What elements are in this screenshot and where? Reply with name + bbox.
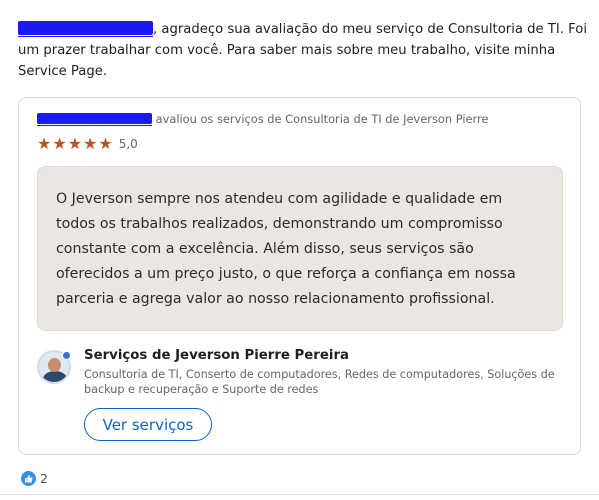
avatar-face: [48, 358, 61, 372]
verified-badge-icon: [62, 351, 71, 360]
review-quote: O Jeverson sempre nos atendeu com agilid…: [37, 166, 563, 331]
star-icon: ★: [98, 134, 113, 153]
rating-value: 5,0: [118, 137, 138, 151]
review-card: avaliou os serviços de Consultoria de TI…: [18, 97, 581, 455]
star-icon: ★: [52, 134, 67, 153]
like-count: 2: [40, 471, 48, 486]
recommendation-post: , agradeço sua avaliação do meu serviço …: [0, 0, 599, 500]
view-services-button[interactable]: Ver serviços: [84, 408, 212, 441]
star-rating: ★ ★ ★ ★ ★: [37, 136, 113, 152]
service-title[interactable]: Serviços de Jeverson Pierre Pereira: [84, 348, 349, 363]
reviewer-line: avaliou os serviços de Consultoria de TI…: [37, 112, 488, 126]
redacted-name: [18, 21, 153, 37]
intro-message: , agradeço sua avaliação do meu serviço …: [18, 19, 588, 82]
service-description: Consultoria de TI, Conserto de computado…: [84, 368, 555, 396]
avatar-body: [43, 371, 67, 382]
divider: [0, 494, 599, 495]
star-icon: ★: [67, 134, 83, 153]
rating: ★ ★ ★ ★ ★ 5,0: [37, 136, 138, 152]
reactions[interactable]: 2: [21, 471, 48, 486]
star-icon: ★: [83, 134, 98, 153]
reviewer-text: avaliou os serviços de Consultoria de TI…: [152, 112, 489, 126]
star-icon: ★: [37, 134, 52, 153]
like-icon: [21, 471, 36, 486]
thumbs-up-icon: [24, 474, 33, 483]
redacted-reviewer-name: [37, 113, 152, 126]
